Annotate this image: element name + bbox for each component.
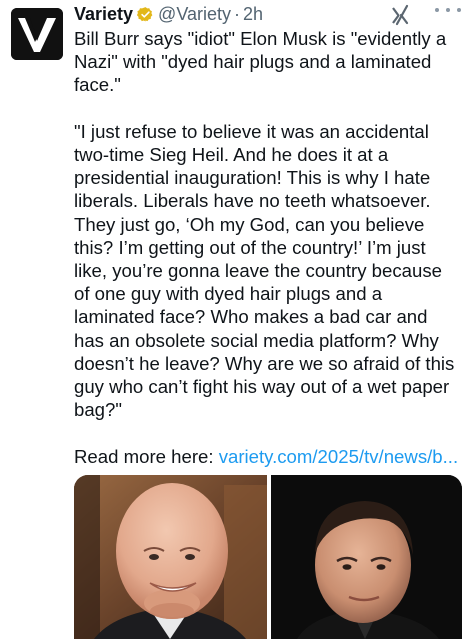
read-more-line: Read more here: variety.com/2025/tv/news… (74, 445, 462, 468)
variety-avatar[interactable] (11, 8, 63, 60)
read-more-label: Read more here: (74, 445, 214, 467)
display-name[interactable]: Variety (74, 4, 133, 25)
verified-badge-icon (137, 6, 154, 23)
handle[interactable]: @Variety (158, 4, 231, 25)
article-link[interactable]: variety.com/2025/tv/news/b... (219, 446, 458, 467)
tweet-quote: "I just refuse to believe it was an acci… (74, 120, 455, 421)
timestamp[interactable]: 2h (243, 4, 263, 25)
grok-icon[interactable] (388, 3, 412, 27)
tweet-headline: Bill Burr says "idiot" Elon Musk is "evi… (74, 28, 447, 96)
variety-logo-icon (11, 8, 63, 60)
tweet-text: Bill Burr says "idiot" Elon Musk is "evi… (74, 27, 462, 468)
separator-dot: · (234, 3, 241, 24)
elon-musk-photo[interactable] (271, 475, 462, 639)
tweet[interactable]: Variety @Variety · 2h Bill Burr says "id… (0, 0, 470, 639)
more-options-icon[interactable] (435, 5, 461, 15)
tweet-media[interactable] (74, 475, 462, 639)
bill-burr-photo[interactable] (74, 475, 267, 639)
